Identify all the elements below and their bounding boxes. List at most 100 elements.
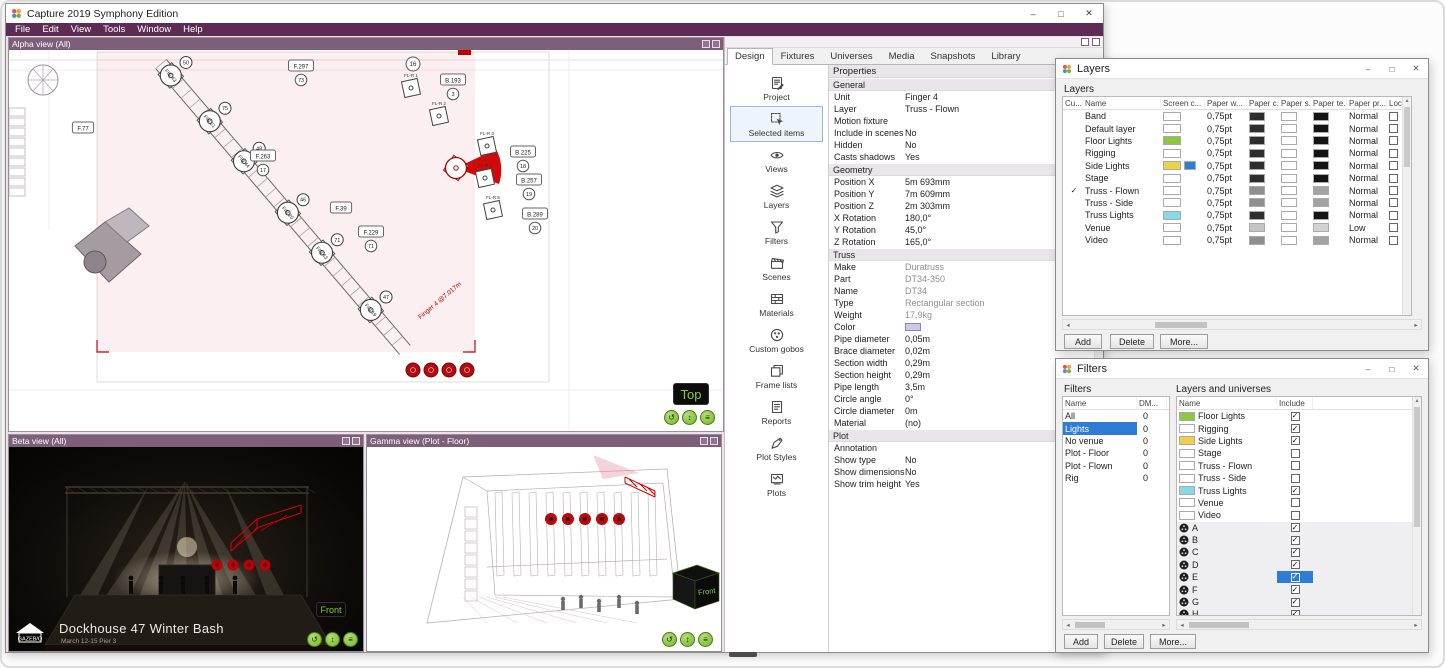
delete-button[interactable]: Delete — [1110, 334, 1154, 349]
tab-design[interactable]: Design — [727, 48, 773, 65]
sidebar-item-materials[interactable]: Materials — [730, 286, 823, 322]
sidebar-item-plots[interactable]: Plots — [730, 466, 823, 502]
color-swatch[interactable] — [1163, 174, 1181, 183]
dock-close-icon[interactable] — [1092, 38, 1100, 46]
color-swatch[interactable] — [1249, 198, 1265, 207]
include-checkbox[interactable]: ✓ — [1291, 436, 1300, 445]
tab-snapshots[interactable]: Snapshots — [923, 48, 984, 65]
layer-row-side-lights[interactable]: Side Lights0,75ptNormal — [1063, 160, 1411, 172]
tab-fixtures[interactable]: Fixtures — [773, 48, 823, 65]
include-checkbox[interactable]: ✓ — [1291, 486, 1300, 495]
view-float-icon[interactable] — [702, 40, 710, 48]
checkbox[interactable] — [1389, 198, 1398, 207]
color-swatch[interactable] — [1281, 236, 1297, 245]
view-close-icon[interactable] — [712, 40, 720, 48]
filter-row-plot-flown[interactable]: Plot - Flown0 — [1063, 460, 1169, 472]
include-layer-row-video[interactable]: Video — [1177, 509, 1421, 521]
layer-row-default-layer[interactable]: Default layer0,75ptNormal — [1063, 122, 1411, 134]
more-button[interactable]: More... — [1150, 634, 1196, 649]
include-layer-row-truss-side[interactable]: Truss - Side — [1177, 472, 1421, 484]
alpha-view-canvas[interactable]: FIN 4350FIN 2175FIN 4448FIN 2046FIN 4371… — [9, 50, 723, 431]
color-swatch[interactable] — [1281, 211, 1297, 220]
beta-view-canvas[interactable]: GAZEB/O Dockhouse 47 Winter Bash March 1… — [9, 447, 363, 651]
color-swatch[interactable] — [1249, 149, 1265, 158]
layer-row-truss-flown[interactable]: ✓Truss - Flown0,75ptNormal — [1063, 184, 1411, 196]
sidebar-item-reports[interactable]: Reports — [730, 394, 823, 430]
color-swatch[interactable] — [1313, 236, 1329, 245]
color-swatch[interactable] — [1281, 112, 1297, 121]
include-layer-row-truss-flown[interactable]: Truss - Flown — [1177, 460, 1421, 472]
menu-window[interactable]: Window — [131, 24, 177, 35]
include-universe-row-b[interactable]: B✓ — [1177, 534, 1421, 546]
filters-column-1[interactable]: DM... — [1137, 397, 1167, 409]
color-swatch[interactable] — [1249, 174, 1265, 183]
include-universe-row-f[interactable]: F✓ — [1177, 583, 1421, 595]
color-swatch[interactable] — [1281, 149, 1297, 158]
color-swatch[interactable] — [1163, 198, 1181, 207]
color-swatch[interactable] — [1313, 112, 1329, 121]
view-focus-button[interactable]: ↕ — [682, 410, 697, 425]
checkbox[interactable] — [1389, 124, 1398, 133]
include-checkbox[interactable]: ✓ — [1291, 424, 1300, 433]
layers-universes-vscrollbar[interactable]: ▴ — [1412, 397, 1421, 615]
include-layer-row-venue[interactable]: Venue — [1177, 497, 1421, 509]
sidebar-item-views[interactable]: Views — [730, 142, 823, 178]
menu-tools[interactable]: Tools — [97, 24, 131, 35]
color-swatch[interactable] — [1249, 112, 1265, 121]
layers-universes-column-1[interactable]: Include — [1277, 397, 1313, 409]
add-button[interactable]: Add — [1064, 334, 1102, 349]
layer-row-video[interactable]: Video0,75ptNormal — [1063, 234, 1411, 246]
color-swatch[interactable] — [1163, 149, 1181, 158]
layers-universes-column-0[interactable]: Name — [1177, 397, 1277, 409]
include-checkbox[interactable]: ✓ — [1291, 548, 1300, 557]
sidebar-item-layers[interactable]: Layers — [730, 178, 823, 214]
color-swatch[interactable] — [1281, 161, 1297, 170]
include-checkbox[interactable] — [1291, 461, 1300, 470]
sidebar-item-selected-items[interactable]: Selected items — [730, 106, 823, 142]
color-swatch[interactable] — [1281, 223, 1297, 232]
include-layer-row-rigging[interactable]: Rigging✓ — [1177, 422, 1421, 434]
filters-window-minimize-button[interactable]: – — [1356, 359, 1380, 378]
color-swatch[interactable] — [1313, 198, 1329, 207]
include-layer-row-stage[interactable]: Stage — [1177, 447, 1421, 459]
color-swatch[interactable] — [1249, 136, 1265, 145]
layer-row-venue[interactable]: Venue0,75ptLow — [1063, 222, 1411, 234]
view-focus-button[interactable]: ↕ — [680, 632, 695, 647]
filter-row-no-venue[interactable]: No venue0 — [1063, 435, 1169, 447]
include-checkbox[interactable] — [1291, 474, 1300, 483]
layers-column-6[interactable]: Paper te... — [1311, 97, 1347, 109]
sidebar-item-project[interactable]: Project — [730, 70, 823, 106]
layers-universes-hscrollbar[interactable]: ◂▸ — [1176, 619, 1422, 630]
layers-column-4[interactable]: Paper c... — [1247, 97, 1279, 109]
view-rotate-button[interactable]: ↺ — [664, 410, 679, 425]
layers-window-minimize-button[interactable]: – — [1356, 59, 1380, 78]
checkbox[interactable] — [1389, 161, 1398, 170]
filters-hscrollbar[interactable]: ◂▸ — [1062, 619, 1170, 630]
layer-row-rigging[interactable]: Rigging0,75ptNormal — [1063, 147, 1411, 159]
include-layer-row-floor-lights[interactable]: Floor Lights✓ — [1177, 410, 1421, 422]
window-minimize-button[interactable]: – — [1019, 4, 1047, 23]
include-checkbox[interactable]: ✓ — [1291, 585, 1300, 594]
menu-file[interactable]: File — [9, 24, 36, 35]
window-maximize-button[interactable]: □ — [1047, 4, 1075, 23]
include-checkbox[interactable]: ✓ — [1291, 560, 1300, 569]
checkbox[interactable] — [1389, 186, 1398, 195]
color-swatch[interactable] — [1249, 186, 1265, 195]
checkbox[interactable] — [1389, 211, 1398, 220]
view-float-icon[interactable] — [342, 437, 350, 445]
checkbox[interactable] — [1389, 136, 1398, 145]
color-swatch[interactable] — [1313, 149, 1329, 158]
filter-row-lights[interactable]: Lights0 — [1063, 422, 1169, 434]
view-rotate-button[interactable]: ↺ — [662, 632, 677, 647]
color-swatch[interactable] — [1281, 186, 1297, 195]
include-universe-row-d[interactable]: D✓ — [1177, 559, 1421, 571]
sidebar-item-frame-lists[interactable]: Frame lists — [730, 358, 823, 394]
include-layer-row-side-lights[interactable]: Side Lights✓ — [1177, 435, 1421, 447]
include-checkbox[interactable] — [1291, 498, 1300, 507]
color-swatch[interactable] — [1313, 174, 1329, 183]
view-float-icon[interactable] — [700, 437, 708, 445]
layer-row-stage[interactable]: Stage0,75ptNormal — [1063, 172, 1411, 184]
view-menu-button[interactable]: ≡ — [343, 632, 358, 647]
layer-row-band[interactable]: Band0,75ptNormal — [1063, 110, 1411, 122]
gamma-view-canvas[interactable]: Front ↺↕≡ — [367, 447, 721, 651]
